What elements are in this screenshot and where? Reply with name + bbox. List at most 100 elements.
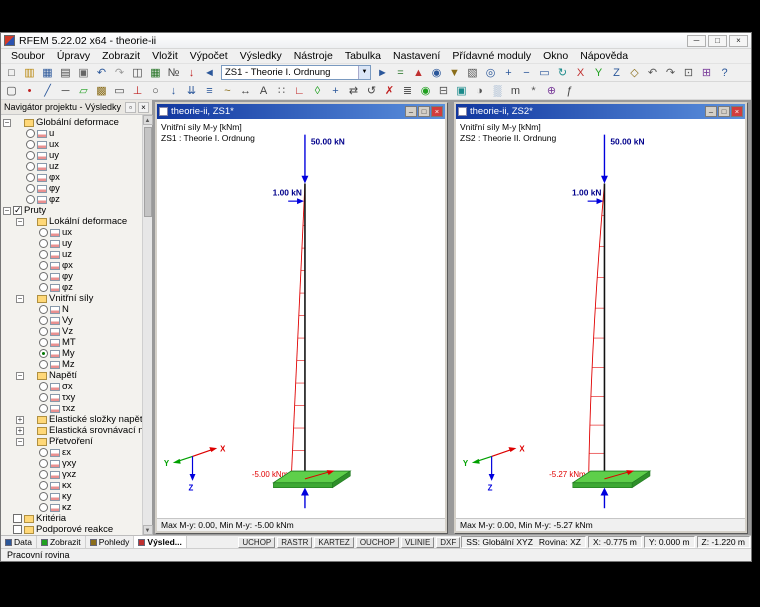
- text-icon[interactable]: A: [255, 83, 272, 99]
- tree-item[interactable]: ux: [16, 139, 142, 150]
- tree-item[interactable]: uy: [29, 238, 142, 249]
- menu-item[interactable]: Nápověda: [574, 50, 634, 62]
- hinge-icon[interactable]: ○: [147, 83, 164, 99]
- generator-icon[interactable]: ⊕: [543, 83, 560, 99]
- tree-control-icon[interactable]: [39, 382, 48, 391]
- isometric-view-icon[interactable]: ◇: [626, 65, 643, 81]
- tree-control-icon[interactable]: [39, 470, 48, 479]
- formula-icon[interactable]: ƒ: [561, 83, 578, 99]
- previous-view-icon[interactable]: ↶: [644, 65, 661, 81]
- tree-item[interactable]: Lokální deformace: [16, 216, 142, 227]
- tree-item[interactable]: κz: [29, 502, 142, 513]
- child-title-bar[interactable]: theorie-ii, ZS2* – □ ×: [456, 104, 745, 119]
- clipping-icon[interactable]: ⊟: [435, 83, 452, 99]
- member-load-icon[interactable]: ⇊: [183, 83, 200, 99]
- tree-item[interactable]: MT: [29, 337, 142, 348]
- tree-expander-icon[interactable]: [16, 217, 24, 226]
- tree-item[interactable]: φy: [16, 183, 142, 194]
- tree-item[interactable]: Elastická srovnávací napět: [16, 425, 142, 436]
- support-icon[interactable]: ⊥: [129, 83, 146, 99]
- tree-item[interactable]: Mz: [29, 359, 142, 370]
- tree-expander-icon[interactable]: [16, 426, 24, 435]
- units-icon[interactable]: m: [507, 83, 524, 99]
- member-icon[interactable]: ─: [57, 83, 74, 99]
- tree-control-icon[interactable]: [39, 360, 48, 369]
- tree-item[interactable]: κx: [29, 480, 142, 491]
- numbering-icon[interactable]: №: [165, 65, 182, 81]
- navigator-scrollbar[interactable]: ▲ ▼: [142, 115, 153, 535]
- area-load-icon[interactable]: ≡: [201, 83, 218, 99]
- rotate-icon[interactable]: ↺: [363, 83, 380, 99]
- child-maximize-button[interactable]: □: [718, 106, 730, 117]
- menu-item[interactable]: Výpočet: [184, 50, 234, 62]
- tree-item[interactable]: κy: [29, 491, 142, 502]
- tree-expander-icon[interactable]: [16, 415, 24, 424]
- tree-item[interactable]: φy: [29, 271, 142, 282]
- redo-icon[interactable]: ↷: [111, 65, 128, 81]
- dimension-icon[interactable]: ↔: [237, 83, 254, 99]
- tree-item[interactable]: Vy: [29, 315, 142, 326]
- solid-icon[interactable]: ▩: [93, 83, 110, 99]
- panel-icon[interactable]: ▧: [464, 65, 481, 81]
- tree-control-icon[interactable]: [26, 129, 35, 138]
- tree-control-icon[interactable]: [26, 195, 35, 204]
- new-document-icon[interactable]: □: [3, 65, 20, 81]
- select-icon[interactable]: ▢: [3, 83, 20, 99]
- surface-icon[interactable]: ▱: [75, 83, 92, 99]
- tree-item[interactable]: φx: [29, 260, 142, 271]
- tree-item[interactable]: φx: [16, 172, 142, 183]
- tree-expander-icon[interactable]: [3, 118, 11, 127]
- tree-control-icon[interactable]: [13, 514, 22, 523]
- mirror-icon[interactable]: ⇄: [345, 83, 362, 99]
- tree-control-icon[interactable]: [39, 283, 48, 292]
- tree-item[interactable]: Podporové reakce: [3, 524, 142, 535]
- tree-item[interactable]: My: [29, 348, 142, 359]
- viewport-window-zs2[interactable]: theorie-ii, ZS2* – □ × Vnitřní síly M-y …: [454, 102, 747, 533]
- opening-icon[interactable]: ▭: [111, 83, 128, 99]
- tree-control-icon[interactable]: [39, 327, 48, 336]
- tree-item[interactable]: σx: [29, 381, 142, 392]
- chevron-down-icon[interactable]: ▼: [358, 66, 370, 79]
- layers-icon[interactable]: ≣: [399, 83, 416, 99]
- background-icon[interactable]: ▒: [489, 83, 506, 99]
- navigator-tab[interactable]: Zobrazit: [37, 536, 86, 548]
- work-plane-icon[interactable]: ◊: [309, 83, 326, 99]
- tree-control-icon[interactable]: [39, 261, 48, 270]
- child-title-bar[interactable]: theorie-ii, ZS1* – □ ×: [157, 104, 445, 119]
- calculate-icon[interactable]: =: [392, 65, 409, 81]
- visibility-icon[interactable]: ◉: [417, 83, 434, 99]
- grid-icon[interactable]: ∷: [273, 83, 290, 99]
- tree-item[interactable]: Kritéria: [3, 513, 142, 524]
- previous-case-icon[interactable]: ◄: [201, 65, 218, 81]
- tree-control-icon[interactable]: [39, 228, 48, 237]
- view-x-icon[interactable]: X: [572, 65, 589, 81]
- tree-control-icon[interactable]: [39, 316, 48, 325]
- tree-item[interactable]: Přetvoření: [16, 436, 142, 447]
- snap-toggle-button[interactable]: OUCHOP: [355, 536, 399, 548]
- tree-item[interactable]: γxz: [29, 469, 142, 480]
- tree-item[interactable]: εx: [29, 447, 142, 458]
- modules-icon[interactable]: ⊞: [698, 65, 715, 81]
- render-icon[interactable]: ▣: [453, 83, 470, 99]
- tree-item[interactable]: uz: [29, 249, 142, 260]
- copy-icon[interactable]: ▣: [75, 65, 92, 81]
- axes-icon[interactable]: ∟: [291, 83, 308, 99]
- loads-icon[interactable]: ↓: [183, 65, 200, 81]
- save-icon[interactable]: ▦: [39, 65, 56, 81]
- menu-item[interactable]: Zobrazit: [96, 50, 146, 62]
- tree-item[interactable]: u: [16, 128, 142, 139]
- child-maximize-button[interactable]: □: [418, 106, 430, 117]
- tree-item[interactable]: Vnitřní síly: [16, 293, 142, 304]
- tree-item[interactable]: τxz: [29, 403, 142, 414]
- tree-expander-icon[interactable]: [16, 437, 24, 446]
- snap-toggle-button[interactable]: KARTEZ: [314, 536, 354, 548]
- menu-item[interactable]: Úpravy: [51, 50, 96, 62]
- tree-item[interactable]: uy: [16, 150, 142, 161]
- tree-item[interactable]: Elastické složky napětí: [16, 414, 142, 425]
- node-icon[interactable]: •: [21, 83, 38, 99]
- scrollbar-thumb[interactable]: [143, 127, 152, 217]
- view-z-icon[interactable]: Z: [608, 65, 625, 81]
- load-case-selector[interactable]: ZS1 - Theorie I. Ordnung ▼: [221, 65, 371, 80]
- tree-control-icon[interactable]: [26, 140, 35, 149]
- close-button[interactable]: ×: [729, 34, 748, 47]
